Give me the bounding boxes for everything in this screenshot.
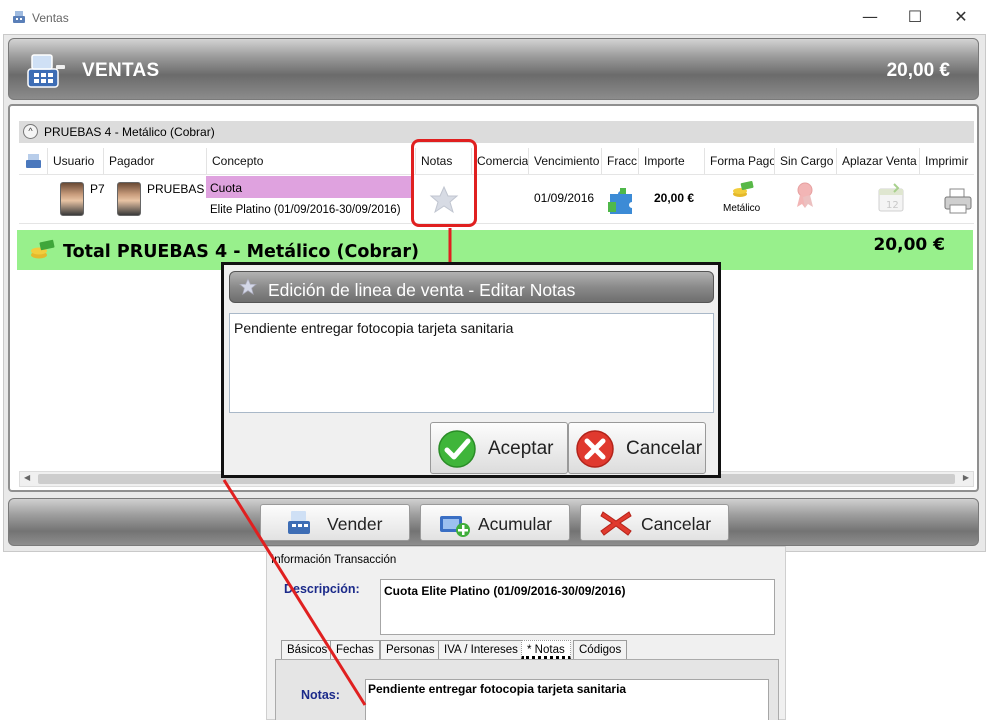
cancelar-dialog-button[interactable]: Cancelar — [568, 422, 706, 474]
header-bar: VENTAS 20,00 € — [8, 38, 979, 100]
column-header-aplazar-venta[interactable]: Aplazar Venta — [836, 148, 919, 174]
cancelar-footer-label: Cancelar — [641, 514, 712, 534]
column-header-pagador[interactable]: Pagador — [103, 148, 206, 174]
cash-register-icon — [27, 54, 65, 88]
tab-iva-intereses[interactable]: IVA / Intereses — [438, 640, 524, 659]
info-panel-title: Información Transacción — [271, 554, 397, 566]
payer-avatar — [117, 182, 141, 216]
scroll-left-icon[interactable]: ◀ — [24, 473, 30, 482]
column-header-imprimir[interactable]: Imprimir — [919, 148, 974, 174]
window-title: Ventas — [32, 11, 69, 25]
printer-icon[interactable] — [943, 187, 973, 215]
forma-pago-cell: Metálico — [723, 203, 761, 214]
total-label: Total PRUEBAS 4 - Metálico (Cobrar) — [63, 242, 419, 262]
acumular-label: Acumular — [478, 514, 552, 534]
window-titlebar: Ventas — ☐ ✕ — [0, 0, 989, 36]
close-icon — [600, 511, 632, 536]
table-row[interactable]: P7 PRUEBAS 4 Cuota Elite Platino (01/09/… — [19, 174, 974, 224]
calendar-icon[interactable]: 12 — [877, 183, 905, 213]
description-label: Descripción: — [284, 582, 360, 596]
puzzle-icon[interactable] — [606, 184, 638, 216]
tab-fechas[interactable]: Fechas — [330, 640, 380, 659]
vencimiento-cell: 01/09/2016 — [534, 191, 595, 205]
cash-register-icon — [13, 11, 25, 23]
acumular-button[interactable]: Acumular — [420, 504, 570, 541]
tab-body: Notas: Pendiente entregar fotocopia tarj… — [275, 659, 779, 720]
concepto-line2: Elite Platino (01/09/2016-30/09/2016) — [210, 204, 401, 216]
column-header-vencimiento[interactable]: Vencimiento — [528, 148, 601, 174]
scroll-right-icon[interactable]: ▶ — [963, 473, 969, 482]
transaction-info-panel: Información Transacción Descripción: Cuo… — [266, 546, 786, 720]
vender-button[interactable]: Vender — [260, 504, 410, 541]
notes-textarea[interactable]: Pendiente entregar fotocopia tarjeta san… — [229, 313, 714, 413]
column-header-comercial[interactable]: Comercial — [471, 148, 528, 174]
money-icon — [733, 181, 754, 197]
description-field[interactable]: Cuota Elite Platino (01/09/2016-30/09/20… — [380, 579, 775, 635]
notas-field[interactable]: Pendiente entregar fotocopia tarjeta san… — [365, 679, 769, 720]
maximize-button[interactable]: ☐ — [895, 6, 935, 28]
cancel-icon — [576, 430, 614, 468]
total-amount: 20,00 € — [873, 235, 945, 255]
collapse-icon[interactable]: ^ — [23, 124, 38, 139]
cancelar-dialog-label: Cancelar — [626, 438, 703, 459]
footer-bar: Vender Acumular Cancelar — [8, 498, 979, 546]
add-to-cart-icon — [440, 516, 470, 537]
edit-notes-dialog: Edición de linea de venta - Editar Notas… — [221, 262, 721, 478]
column-header-icon[interactable] — [19, 148, 47, 174]
dialog-title: Edición de linea de venta - Editar Notas — [268, 280, 576, 300]
usuario-cell: P7 — [90, 182, 105, 196]
column-header-concepto[interactable]: Concepto — [206, 148, 415, 174]
page-title: VENTAS — [82, 60, 160, 81]
group-label: PRUEBAS 4 - Metálico (Cobrar) — [44, 125, 215, 139]
column-header-fracc[interactable]: Fracc. — [601, 148, 638, 174]
aceptar-label: Aceptar — [488, 438, 554, 459]
dialog-titlebar: Edición de linea de venta - Editar Notas — [229, 271, 714, 303]
cash-register-icon — [26, 154, 41, 168]
close-window-button[interactable]: ✕ — [941, 6, 981, 28]
tab-notas[interactable]: * Notas — [521, 640, 571, 659]
column-headers: Usuario Pagador Concepto Notas Comercial… — [19, 148, 974, 174]
column-header-sin-cargo[interactable]: Sin Cargo — [774, 148, 836, 174]
pagador-cell: PRUEBAS 4 — [147, 182, 215, 196]
tab-personas[interactable]: Personas — [380, 640, 441, 659]
header-total: 20,00 € — [886, 60, 950, 81]
svg-text:12: 12 — [886, 200, 899, 211]
importe-cell: 20,00 € — [654, 191, 695, 205]
column-header-usuario[interactable]: Usuario — [47, 148, 103, 174]
tab-basicos[interactable]: Básicos — [281, 640, 334, 659]
concepto-line1: Cuota — [210, 181, 243, 195]
column-header-forma-pago[interactable]: Forma Pago — [704, 148, 774, 174]
user-avatar — [60, 182, 84, 216]
notes-highlight-box — [411, 139, 477, 227]
minimize-button[interactable]: — — [850, 6, 890, 28]
notas-label: Notas: — [301, 688, 340, 702]
cash-register-icon — [288, 511, 315, 534]
aceptar-button[interactable]: Aceptar — [430, 422, 568, 474]
column-header-importe[interactable]: Importe — [638, 148, 704, 174]
ribbon-icon[interactable] — [793, 181, 817, 209]
tab-codigos[interactable]: Códigos — [573, 640, 628, 659]
check-icon — [438, 430, 476, 468]
star-icon — [239, 278, 257, 296]
cancelar-footer-button[interactable]: Cancelar — [580, 504, 729, 541]
money-icon — [31, 239, 55, 259]
vender-label: Vender — [327, 514, 383, 534]
group-header[interactable]: ^ PRUEBAS 4 - Metálico (Cobrar) — [19, 121, 974, 143]
